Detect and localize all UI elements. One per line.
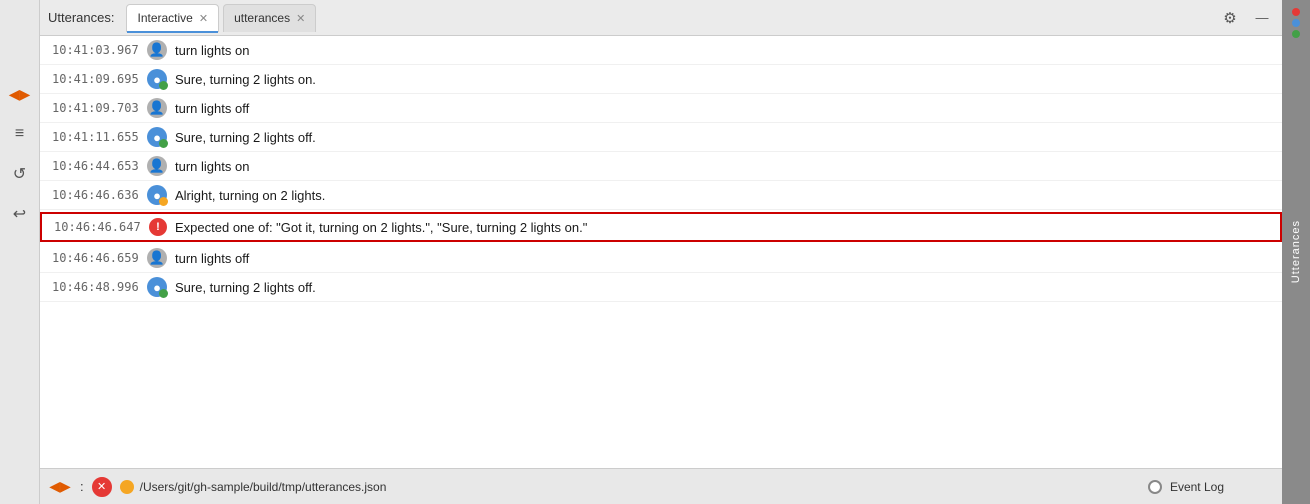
tab-toolbar-right: ⚙ — bbox=[1218, 6, 1274, 30]
timestamp-7: 10:46:46.659 bbox=[52, 251, 147, 265]
main-content: Utterances: Interactive ✕ utterances ✕ ⚙… bbox=[40, 0, 1282, 504]
avatar-bot-5: ● bbox=[147, 185, 167, 205]
timestamp-1: 10:41:09.695 bbox=[52, 72, 147, 86]
play-icon[interactable]: ◀▶ bbox=[6, 80, 34, 108]
utterance-row-4: 10:46:44.653 👤 turn lights on bbox=[40, 152, 1282, 181]
utterance-text-0: turn lights on bbox=[175, 43, 1270, 58]
tab-bar: Utterances: Interactive ✕ utterances ✕ ⚙… bbox=[40, 0, 1282, 36]
event-log-label: Event Log bbox=[1170, 480, 1224, 494]
timestamp-8: 10:46:48.996 bbox=[52, 280, 147, 294]
utterance-text-8: Sure, turning 2 lights off. bbox=[175, 280, 1270, 295]
utterance-text-5: Alright, turning on 2 lights. bbox=[175, 188, 1270, 203]
tabs-label: Utterances: bbox=[48, 10, 114, 25]
utterance-row-7: 10:46:46.659 👤 turn lights off bbox=[40, 244, 1282, 273]
utterance-row-6-error: 10:46:46.647 ! Expected one of: "Got it,… bbox=[40, 212, 1282, 242]
utterance-text-6: Expected one of: "Got it, turning on 2 l… bbox=[175, 220, 1268, 235]
timestamp-3: 10:41:11.655 bbox=[52, 130, 147, 144]
utterance-row-5: 10:46:46.636 ● Alright, turning on 2 lig… bbox=[40, 181, 1282, 210]
bottom-colon: : bbox=[80, 479, 84, 494]
event-log-button[interactable]: Event Log bbox=[1148, 480, 1224, 494]
timestamp-4: 10:46:44.653 bbox=[52, 159, 147, 173]
event-log-radio bbox=[1148, 480, 1162, 494]
tab-interactive-close[interactable]: ✕ bbox=[199, 12, 208, 25]
tab-utterances[interactable]: utterances ✕ bbox=[223, 4, 316, 32]
utterance-text-2: turn lights off bbox=[175, 101, 1270, 116]
bottom-play-icon[interactable]: ◀▶ bbox=[48, 475, 72, 499]
dot-red bbox=[1292, 8, 1300, 16]
utterance-row-2: 10:41:09.703 👤 turn lights off bbox=[40, 94, 1282, 123]
utterance-text-1: Sure, turning 2 lights on. bbox=[175, 72, 1270, 87]
avatar-user-4: 👤 bbox=[147, 156, 167, 176]
undo-icon[interactable]: ↩ bbox=[6, 200, 34, 228]
dot-green bbox=[1292, 30, 1300, 38]
avatar-user-0: 👤 bbox=[147, 40, 167, 60]
content-area: 10:41:03.967 👤 turn lights on 10:41:09.6… bbox=[40, 36, 1282, 468]
right-sidebar: Utterances bbox=[1282, 0, 1310, 504]
right-sidebar-dots bbox=[1292, 8, 1300, 38]
timestamp-5: 10:46:46.636 bbox=[52, 188, 147, 202]
timestamp-6: 10:46:46.647 bbox=[54, 220, 149, 234]
utterance-row-1: 10:41:09.695 ● Sure, turning 2 lights on… bbox=[40, 65, 1282, 94]
bottom-bar: ◀▶ : ✕ /Users/git/gh-sample/build/tmp/ut… bbox=[40, 468, 1282, 504]
bottom-path-text: /Users/git/gh-sample/build/tmp/utterance… bbox=[140, 480, 387, 494]
avatar-user-7: 👤 bbox=[147, 248, 167, 268]
tab-utterances-close[interactable]: ✕ bbox=[296, 12, 305, 25]
utterance-text-7: turn lights off bbox=[175, 251, 1270, 266]
avatar-bot-8: ● bbox=[147, 277, 167, 297]
error-icon-6: ! bbox=[149, 218, 167, 236]
timestamp-2: 10:41:09.703 bbox=[52, 101, 147, 115]
utterance-row-8: 10:46:48.996 ● Sure, turning 2 lights of… bbox=[40, 273, 1282, 302]
dot-blue bbox=[1292, 19, 1300, 27]
list-icon[interactable]: ≡ bbox=[6, 120, 34, 148]
utterance-row-0: 10:41:03.967 👤 turn lights on bbox=[40, 36, 1282, 65]
left-sidebar: ◀▶ ≡ ↺ ↩ bbox=[0, 0, 40, 504]
right-sidebar-label: Utterances bbox=[1290, 220, 1302, 283]
timestamp-0: 10:41:03.967 bbox=[52, 43, 147, 57]
minimize-button[interactable]: — bbox=[1250, 6, 1274, 30]
avatar-bot-1: ● bbox=[147, 69, 167, 89]
tab-interactive[interactable]: Interactive ✕ bbox=[126, 4, 219, 32]
utterance-text-3: Sure, turning 2 lights off. bbox=[175, 130, 1270, 145]
refresh-icon[interactable]: ↺ bbox=[6, 160, 34, 188]
bottom-path: /Users/git/gh-sample/build/tmp/utterance… bbox=[120, 480, 387, 494]
tab-utterances-label: utterances bbox=[234, 11, 290, 25]
tab-interactive-label: Interactive bbox=[137, 11, 192, 25]
avatar-bot-3: ● bbox=[147, 127, 167, 147]
utterance-text-4: turn lights on bbox=[175, 159, 1270, 174]
bottom-dot-orange bbox=[120, 480, 134, 494]
settings-button[interactable]: ⚙ bbox=[1218, 6, 1242, 30]
bottom-error-icon: ✕ bbox=[92, 477, 112, 497]
avatar-user-2: 👤 bbox=[147, 98, 167, 118]
utterance-row-3: 10:41:11.655 ● Sure, turning 2 lights of… bbox=[40, 123, 1282, 152]
